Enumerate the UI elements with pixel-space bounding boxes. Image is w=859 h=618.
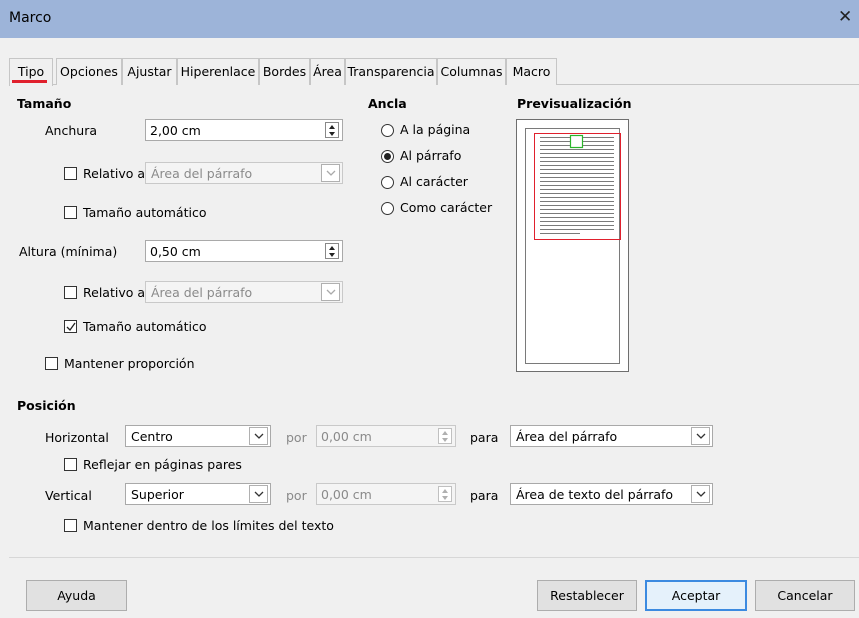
reset-button[interactable]: Restablecer [537, 580, 637, 611]
auto-height-label: Tamaño automático [83, 319, 207, 334]
spin-buttons-icon[interactable] [325, 122, 339, 138]
ok-button-label: Aceptar [671, 588, 721, 603]
horizontal-by-value: 0,00 cm [321, 429, 372, 444]
mirror-checkbox[interactable] [64, 458, 77, 471]
tab-opciones[interactable]: Opciones [56, 58, 122, 85]
position-heading: Posición [17, 398, 76, 413]
chevron-down-icon[interactable] [691, 485, 710, 503]
height-value: 0,50 cm [150, 244, 201, 259]
vertical-by-spinbox: 0,00 cm [316, 483, 456, 505]
horizontal-select[interactable]: Centro [125, 425, 271, 447]
close-icon[interactable]: ✕ [838, 7, 852, 27]
ok-button[interactable]: Aceptar [645, 580, 747, 611]
size-heading: Tamaño [17, 96, 72, 111]
tab-ajustar[interactable]: Ajustar [122, 58, 177, 85]
anchor-page-radio[interactable] [381, 124, 394, 137]
horizontal-to-select[interactable]: Área del párrafo [510, 425, 713, 447]
horizontal-label: Horizontal [45, 430, 109, 445]
anchor-paragraph-label: Al párrafo [400, 148, 462, 163]
keep-inside-label: Mantener dentro de los límites del texto [83, 518, 334, 533]
height-relative-select: Área del párrafo [145, 281, 343, 303]
anchor-character-label: Al carácter [400, 174, 468, 189]
reset-button-label: Restablecer [550, 588, 624, 603]
cancel-button-label: Cancelar [777, 588, 833, 603]
tab-label: Opciones [60, 64, 118, 79]
auto-height-checkbox[interactable] [64, 320, 77, 333]
height-relative-checkbox[interactable] [64, 286, 77, 299]
width-relative-label: Relativo a [83, 166, 145, 181]
height-spinbox[interactable]: 0,50 cm [145, 240, 343, 262]
tab-label: Bordes [262, 64, 307, 79]
vertical-select[interactable]: Superior [125, 483, 271, 505]
chevron-down-icon [321, 283, 340, 301]
tab-label: Tipo [17, 64, 45, 79]
anchor-paragraph-radio[interactable] [381, 150, 394, 163]
anchor-heading: Ancla [368, 96, 407, 111]
height-relative-value: Área del párrafo [151, 285, 253, 300]
tab-label: Columnas [440, 64, 503, 79]
anchor-as-character-radio[interactable] [381, 202, 394, 215]
horizontal-by-spinbox: 0,00 cm [316, 425, 456, 447]
width-spinbox[interactable]: 2,00 cm [145, 119, 343, 141]
width-relative-select: Área del párrafo [145, 162, 343, 184]
auto-width-checkbox[interactable] [64, 206, 77, 219]
tab-label: Macro [512, 64, 551, 79]
preview-heading: Previsualización [517, 96, 632, 111]
spin-buttons-icon[interactable] [325, 243, 339, 259]
height-label: Altura (mínima) [19, 244, 118, 259]
spin-buttons-icon [438, 428, 452, 444]
window-title: Marco [9, 10, 52, 26]
active-tab-indicator [12, 80, 47, 83]
keep-inside-checkbox[interactable] [64, 519, 77, 532]
chevron-down-icon [321, 164, 340, 182]
vertical-by-value: 0,00 cm [321, 487, 372, 502]
tab-hiperenlace[interactable]: Hiperenlace [177, 58, 259, 85]
horizontal-to-value: Área del párrafo [516, 429, 618, 444]
horizontal-by-label: por [286, 430, 307, 445]
cancel-button[interactable]: Cancelar [755, 580, 855, 611]
tab-area[interactable]: Área [310, 58, 345, 85]
horizontal-value: Centro [131, 429, 173, 444]
help-button[interactable]: Ayuda [26, 580, 127, 611]
vertical-to-value: Área de texto del párrafo [516, 487, 674, 502]
tab-label: Hiperenlace [180, 64, 256, 79]
width-label: Anchura [45, 123, 97, 138]
vertical-by-label: por [286, 488, 307, 503]
width-relative-value: Área del párrafo [151, 166, 253, 181]
chevron-down-icon[interactable] [249, 485, 268, 503]
tab-transparencia[interactable]: Transparencia [345, 58, 437, 85]
auto-width-label: Tamaño automático [83, 205, 207, 220]
preview-drawing [534, 133, 621, 240]
tab-label: Ajustar [127, 64, 172, 79]
width-value: 2,00 cm [150, 123, 201, 138]
tab-columnas[interactable]: Columnas [437, 58, 506, 85]
chevron-down-icon[interactable] [691, 427, 710, 445]
tab-bordes[interactable]: Bordes [259, 58, 310, 85]
vertical-label: Vertical [45, 488, 92, 503]
vertical-to-select[interactable]: Área de texto del párrafo [510, 483, 713, 505]
anchor-page-label: A la página [400, 122, 471, 137]
tab-label: Área [313, 64, 342, 79]
anchor-as-character-label: Como carácter [400, 200, 493, 215]
keep-ratio-checkbox[interactable] [45, 357, 58, 370]
chevron-down-icon[interactable] [249, 427, 268, 445]
vertical-to-label: para [470, 488, 499, 503]
tab-label: Transparencia [347, 64, 435, 79]
help-button-label: Ayuda [57, 588, 96, 603]
tab-macro[interactable]: Macro [506, 58, 557, 85]
title-bar: Marco ✕ [0, 0, 859, 38]
width-relative-checkbox[interactable] [64, 167, 77, 180]
anchor-character-radio[interactable] [381, 176, 394, 189]
horizontal-to-label: para [470, 430, 499, 445]
checkmark-icon [66, 322, 76, 332]
bottom-divider [9, 557, 859, 558]
vertical-value: Superior [131, 487, 184, 502]
keep-ratio-label: Mantener proporción [64, 356, 195, 371]
spin-buttons-icon [438, 486, 452, 502]
height-relative-label: Relativo a [83, 285, 145, 300]
mirror-label: Reflejar en páginas pares [83, 457, 242, 472]
